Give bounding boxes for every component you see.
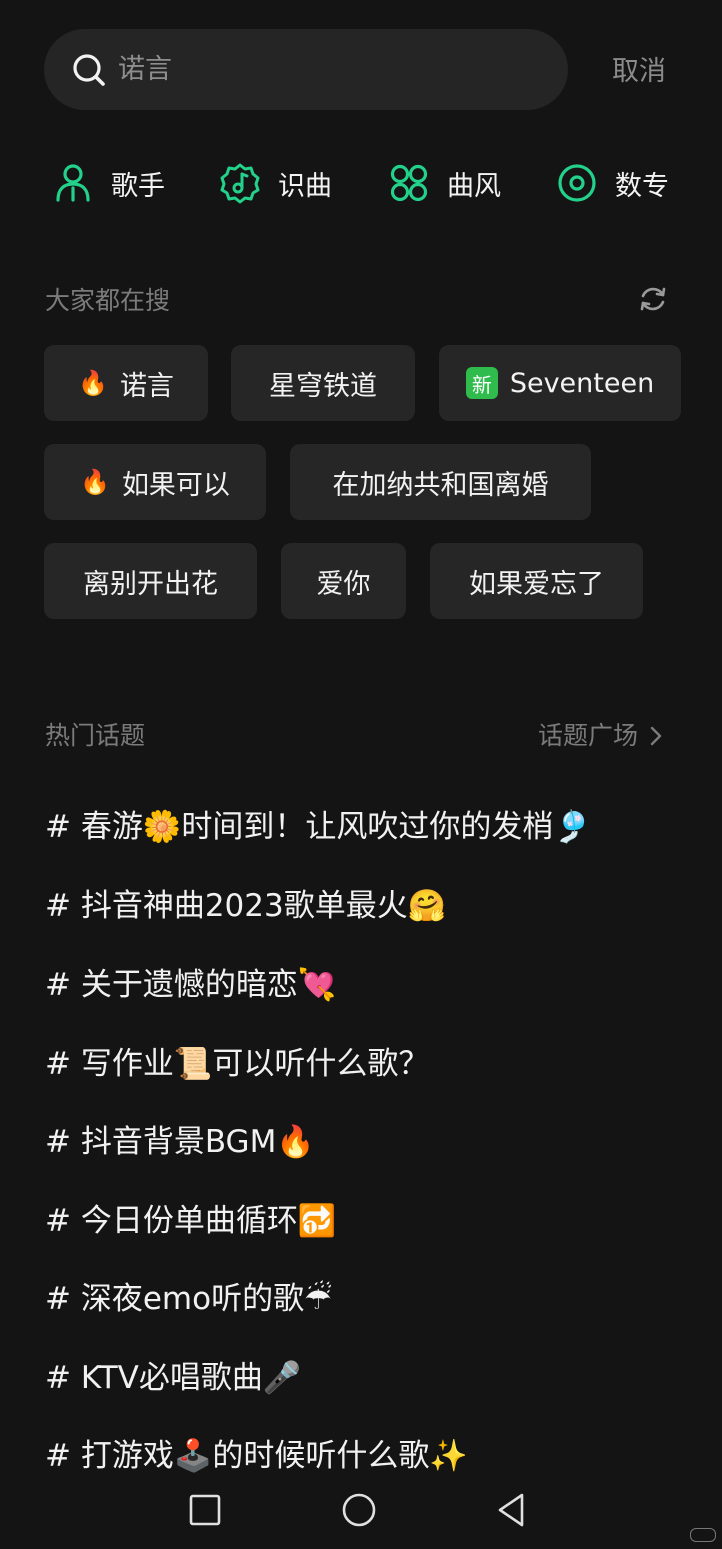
category-album-label: 数专 xyxy=(615,170,669,202)
category-singer-label: 歌手 xyxy=(111,170,165,202)
chevron-right-icon xyxy=(650,726,662,746)
refresh-icon[interactable] xyxy=(637,283,669,315)
trending-chip[interactable]: 离别开出花 xyxy=(44,543,257,619)
fire-icon: 🔥 xyxy=(78,369,108,397)
topic-item[interactable]: # 抖音神曲2023歌单最火🤗 xyxy=(45,885,446,927)
watermark-logo xyxy=(690,1528,716,1542)
trending-chip-label: 如果爱忘了 xyxy=(469,568,604,600)
fire-icon: 🔥 xyxy=(80,468,110,496)
category-singer[interactable]: 歌手 xyxy=(52,158,165,208)
trending-chip[interactable]: 新 Seventeen xyxy=(439,345,681,421)
search-icon xyxy=(73,54,105,86)
home-icon[interactable] xyxy=(339,1490,379,1530)
cancel-button[interactable]: 取消 xyxy=(612,52,666,92)
trending-chip[interactable]: 如果爱忘了 xyxy=(430,543,643,619)
topic-square-link[interactable]: 话题广场 xyxy=(538,719,664,753)
search-input[interactable]: 诺言 xyxy=(118,51,172,89)
trending-chip[interactable]: 🔥 诺言 xyxy=(44,345,208,421)
topic-item[interactable]: # KTV必唱歌曲🎤 xyxy=(45,1357,302,1399)
trending-chip[interactable]: 🔥 如果可以 xyxy=(44,444,266,520)
trending-chip[interactable]: 爱你 xyxy=(281,543,406,619)
category-genre-label: 曲风 xyxy=(447,170,501,202)
category-album[interactable]: 数专 xyxy=(556,158,669,208)
trending-chip[interactable]: 星穹铁道 xyxy=(231,345,415,421)
digital-album-icon xyxy=(558,164,596,202)
topic-square-label: 话题广场 xyxy=(538,721,639,750)
music-recognize-icon xyxy=(220,163,260,204)
trending-chip-label: 爱你 xyxy=(316,568,371,600)
trending-chip-label: 如果可以 xyxy=(121,469,230,501)
trending-chip-label: 离别开出花 xyxy=(83,568,218,600)
category-recognize-label: 识曲 xyxy=(278,170,332,202)
topic-item[interactable]: # 深夜emo听的歌☔ xyxy=(45,1278,332,1320)
category-recognize[interactable]: 识曲 xyxy=(219,158,332,208)
new-badge-icon: 新 xyxy=(465,367,498,399)
category-genre[interactable]: 曲风 xyxy=(388,158,501,208)
system-nav-bar xyxy=(0,1484,722,1534)
back-icon[interactable] xyxy=(491,1490,531,1530)
trending-chip-label: Seventeen xyxy=(509,367,655,399)
trending-chip[interactable]: 在加纳共和国离婚 xyxy=(290,444,591,520)
recent-apps-icon[interactable] xyxy=(185,1490,225,1530)
trending-chip-label: 诺言 xyxy=(119,370,174,402)
topic-item[interactable]: # 关于遗憾的暗恋💘 xyxy=(45,964,336,1006)
singer-icon xyxy=(56,164,90,202)
topic-item[interactable]: # 抖音背景BGM🔥 xyxy=(45,1121,315,1163)
trending-chip-label: 星穹铁道 xyxy=(269,370,377,402)
topic-item[interactable]: # 今日份单曲循环🔂 xyxy=(45,1200,336,1242)
topic-item[interactable]: # 打游戏🕹️的时候听什么歌✨ xyxy=(45,1435,468,1477)
topic-item[interactable]: # 写作业📜可以听什么歌？ xyxy=(45,1043,429,1085)
trending-title: 大家都在搜 xyxy=(45,286,171,315)
search-bar[interactable]: 诺言 xyxy=(44,29,568,110)
hot-topics-title: 热门话题 xyxy=(45,721,146,750)
genre-grid-icon xyxy=(390,164,428,202)
trending-chip-label: 在加纳共和国离婚 xyxy=(332,469,549,501)
topic-item[interactable]: # 春游🌼时间到！让风吹过你的发梢🎐 xyxy=(45,806,592,848)
